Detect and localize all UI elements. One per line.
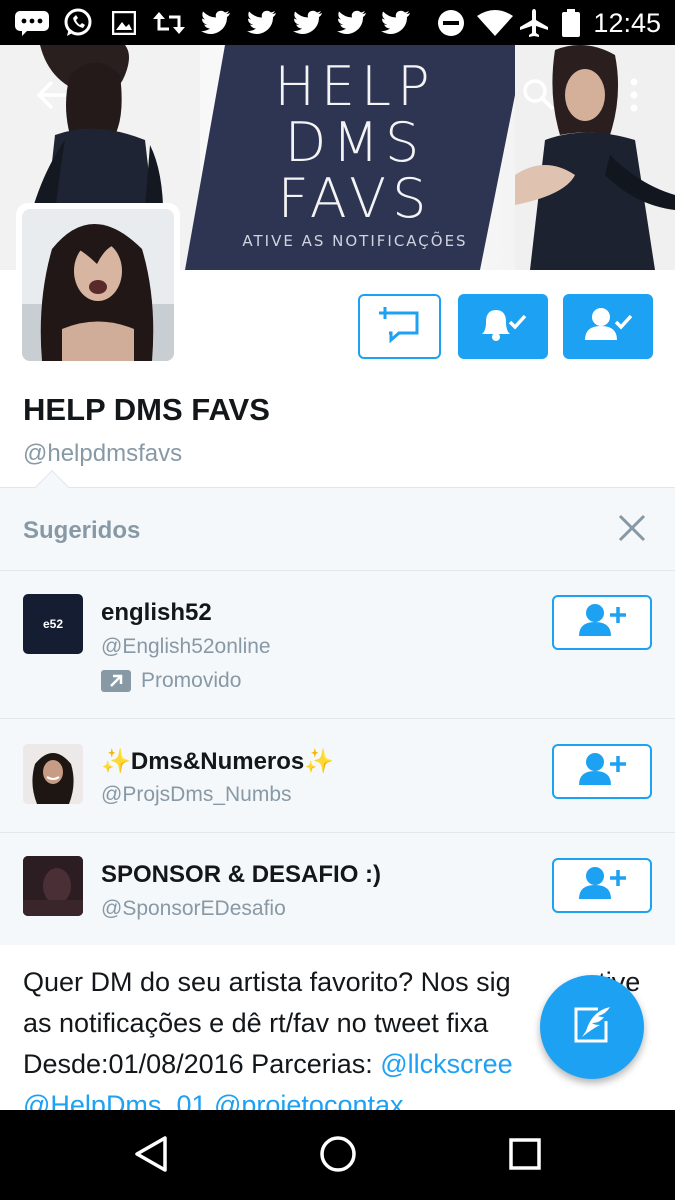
airplane-icon [518,8,550,37]
user-check-icon [583,306,633,347]
suggestion-avatar-text: e52 [42,617,64,631]
suggestion-handle: @ProjsDms_Numbs [101,783,292,806]
suggestions-panel: Sugeridos e52 english52 @English52online… [0,470,675,946]
square-recents-icon [508,1137,542,1176]
notifications-button[interactable] [458,294,548,359]
promoted-icon [101,670,131,692]
banner-line-3: FAVS [277,167,433,230]
suggestions-title: Sugeridos [23,517,141,544]
triangle-back-icon [133,1135,169,1178]
battery-icon [560,8,582,37]
search-icon [521,77,557,118]
suggestion-avatar: e52 [23,594,83,654]
suggestion-row[interactable]: SPONSOR & DESAFIO :) @SponsorEDesafio [0,832,675,946]
twitter-icon [290,9,324,36]
profile-name: HELP DMS FAVS [23,392,270,427]
suggestion-name[interactable]: SPONSOR & DESAFIO :) [101,861,381,889]
nav-back-button[interactable] [127,1132,175,1180]
search-button[interactable] [517,75,561,119]
promoted-label: Promovido [101,669,241,693]
compose-feather-icon [570,1003,614,1052]
more-button[interactable] [612,75,656,119]
android-navigation-bar [0,1110,675,1200]
suggestion-avatar [23,856,83,916]
back-button[interactable] [30,75,74,119]
retweet-icon [152,9,186,36]
twitter-icon [378,9,412,36]
bio-link-1[interactable]: @llckscree [380,1049,512,1079]
promoted-text: Promovido [141,669,242,692]
suggestion-name[interactable]: ✨Dms&Numeros✨ [101,747,334,776]
user-plus-icon [577,603,627,642]
twitter-icon [244,9,278,36]
avatar-image [22,209,174,361]
following-button[interactable] [563,294,653,359]
follow-button[interactable] [552,744,652,799]
do-not-disturb-icon [436,9,466,36]
follow-button[interactable] [552,858,652,913]
twitter-icon [334,9,368,36]
whatsapp-icon [62,8,94,36]
arrow-left-icon [34,77,70,118]
nav-home-button[interactable] [314,1132,362,1180]
close-icon [617,513,647,548]
suggestion-row[interactable]: e52 english52 @English52online Promovido [0,570,675,718]
banner-subtitle: ATIVE AS NOTIFICAÇÕES [242,232,468,250]
compose-tweet-button[interactable] [540,975,644,1079]
user-plus-icon [577,752,627,791]
wifi-icon [476,9,514,36]
more-vertical-icon [628,77,640,118]
suggestion-handle: @SponsorEDesafio [101,897,286,920]
nav-recents-button[interactable] [501,1132,549,1180]
clock: 12:45 [593,8,661,38]
suggestion-row[interactable]: ✨Dms&Numeros✨ @ProjsDms_Numbs [0,718,675,832]
close-suggestions-button[interactable] [614,512,650,548]
suggestion-handle: @English52online [101,635,271,658]
banner-title-card: HELP DMS FAVS ATIVE AS NOTIFICAÇÕES [185,45,525,270]
profile-handle: @helpdmsfavs [23,440,183,467]
direct-message-button[interactable] [358,294,441,359]
user-plus-icon [577,866,627,905]
status-bar: 12:45 [0,0,675,45]
circle-home-icon [319,1135,357,1178]
banner-line-1: HELP [274,55,436,118]
profile-avatar[interactable] [16,203,180,367]
image-icon [112,9,136,36]
suggestion-name[interactable]: english52 [101,599,212,627]
twitter-icon [198,9,232,36]
bell-check-icon [478,306,528,347]
banner-line-2: DMS [284,111,426,174]
bio-text-1: Quer DM do seu artista favorito? Nos sig [23,967,511,997]
suggestion-avatar [23,744,83,804]
bio-text-3: Desde:01/08/2016 Parcerias: [23,1049,381,1079]
message-icon [14,9,50,36]
message-plus-icon [378,305,421,348]
follow-button[interactable] [552,595,652,650]
panel-pointer [35,470,69,504]
